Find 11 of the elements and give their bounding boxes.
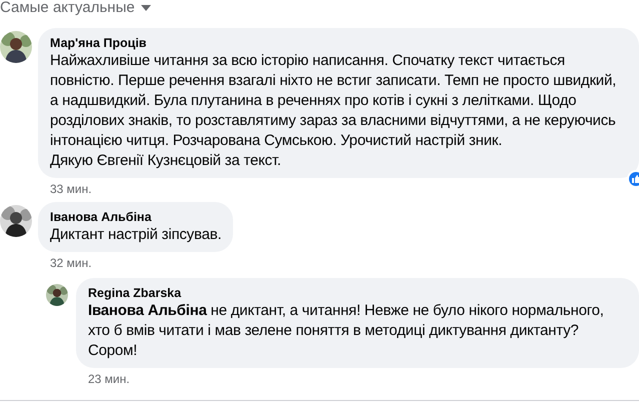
author-name[interactable]: Мар'яна Проців <box>50 35 146 51</box>
caret-icon[interactable] <box>140 5 151 11</box>
sort-menu-label[interactable]: Самые актуальные <box>0 0 135 17</box>
comment-text: Диктант настрій зіпсував. <box>50 225 222 245</box>
author-name[interactable]: Іванова Альбіна <box>50 209 152 225</box>
comment-text: Найжахливіше читання за всю історію написання. Спочатку текст читається повністю. Перше речення взагалі ніхто не встиг записати. Темп не просто швидкий, а надшвидкий. Була плутанина в реченнях про котів і сукні з лелітками. Щодо розділових знаків, то розставлятиму зараз за власними відчуттями, а не керуючись інтонацією читця. Розчарована Сумською. Урочистий настрій зник. Дякую Євгенії Кузнєцовій за текст. <box>50 51 618 171</box>
comment-time[interactable]: 32 мин. <box>50 256 92 270</box>
comment-time[interactable]: 33 мин. <box>50 182 92 196</box>
author-name[interactable]: Regina Zbarska <box>88 285 182 301</box>
comment-time[interactable]: 23 мин. <box>88 372 130 386</box>
comment-text: Іванова Альбіна не диктант, а читання! Невже не було нікого нормального, хто б вмів читати і мав зелене поняття в методиці диктування диктанту? Сором! <box>88 301 605 361</box>
